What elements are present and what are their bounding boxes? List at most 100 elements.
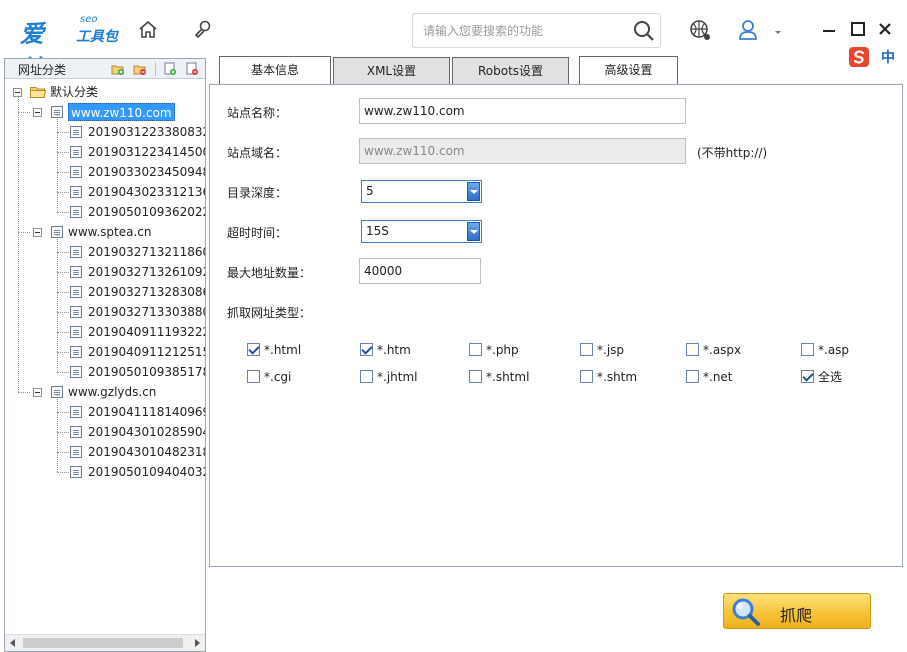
tree-record-label[interactable]: 20190330234509482: [88, 163, 205, 181]
folder-icon: [30, 86, 47, 98]
tree-connector: [18, 112, 30, 113]
site-tree-header: 网址分类: [5, 59, 205, 79]
search-icon[interactable]: [632, 20, 656, 42]
tree-record-label[interactable]: 20190430233121362: [88, 183, 205, 201]
url-type-checkbox[interactable]: 全选: [801, 369, 891, 385]
crawl-button[interactable]: 抓爬: [723, 593, 871, 629]
url-type-checkbox[interactable]: *.shtm: [580, 369, 670, 385]
remove-site-icon[interactable]: [185, 62, 199, 76]
checkbox-unchecked-icon[interactable]: [686, 343, 699, 356]
url-type-label: *.jhtml: [377, 370, 418, 384]
remove-category-icon[interactable]: [133, 62, 147, 76]
tree-record-label[interactable]: 20190501093620222: [88, 203, 205, 221]
tree-record-label[interactable]: 20190327132118608: [88, 243, 205, 261]
timeout-label: 超时时间：: [227, 226, 288, 240]
collapse-toggle-icon[interactable]: [33, 228, 42, 237]
record-icon: [70, 366, 82, 378]
minimize-icon[interactable]: [822, 22, 836, 36]
checkbox-unchecked-icon[interactable]: [360, 370, 373, 383]
user-icon[interactable]: [736, 18, 760, 42]
tree-record-label[interactable]: 20190501094040328: [88, 463, 205, 481]
url-type-checkbox[interactable]: *.php: [469, 342, 559, 358]
url-type-checkbox[interactable]: *.jsp: [580, 342, 670, 358]
record-icon: [70, 266, 82, 278]
tab-basic-info[interactable]: 基本信息: [219, 56, 331, 85]
max-urls-input[interactable]: 40000: [359, 258, 481, 284]
tree-connector: [57, 412, 69, 413]
url-type-checkbox[interactable]: *.asp: [801, 342, 891, 358]
tree-record-label[interactable]: 20190501093851782: [88, 363, 205, 381]
maximize-icon[interactable]: [851, 22, 865, 36]
checkbox-unchecked-icon[interactable]: [580, 370, 593, 383]
checkbox-unchecked-icon[interactable]: [580, 343, 593, 356]
url-type-checkbox[interactable]: *.cgi: [247, 369, 337, 385]
tree-connector: [57, 292, 69, 293]
sogou-logo-icon: [849, 47, 869, 67]
site-tree-panel: 网址分类 默认分类 www.zw110.com 20190312233808321…: [4, 58, 206, 652]
checkbox-unchecked-icon[interactable]: [469, 343, 482, 356]
tree-site-label[interactable]: www.gzlyds.cn: [68, 383, 156, 401]
tree-record-label[interactable]: 20190409112125156: [88, 343, 205, 361]
url-type-checkbox[interactable]: *.html: [247, 342, 337, 358]
url-type-checkbox[interactable]: *.htm: [360, 342, 450, 358]
collapse-toggle-icon[interactable]: [13, 88, 22, 97]
checkbox-checked-icon[interactable]: [360, 343, 373, 356]
checkbox-unchecked-icon[interactable]: [686, 370, 699, 383]
tree-connector: [57, 372, 69, 373]
url-type-label: *.php: [486, 343, 519, 357]
scroll-left-icon[interactable]: [10, 639, 15, 647]
tree-root-label[interactable]: 默认分类: [50, 83, 98, 101]
home-icon[interactable]: [136, 18, 160, 42]
tree-record-label[interactable]: 20190430102859043: [88, 423, 205, 441]
ime-mode-label: 中: [881, 50, 895, 66]
basketball-icon[interactable]: [688, 18, 712, 42]
ime-indicator[interactable]: 中: [848, 46, 906, 70]
url-type-checkbox[interactable]: *.jhtml: [360, 369, 450, 385]
timeout-select[interactable]: 15S: [361, 220, 482, 243]
tree-record-label[interactable]: 20190312233808321: [88, 123, 205, 141]
record-icon: [70, 446, 82, 458]
add-category-icon[interactable]: [111, 62, 125, 76]
tree-record-label[interactable]: 20190312234145005: [88, 143, 205, 161]
tree-record-label[interactable]: 20190327133038803: [88, 303, 205, 321]
domain-hint: (不带http://): [697, 146, 768, 160]
url-type-checkbox[interactable]: *.net: [686, 369, 776, 385]
tab-robots-settings[interactable]: Robots设置: [452, 57, 569, 85]
tree-record-label[interactable]: 20190327132610927: [88, 263, 205, 281]
logo-sub-text: 工具包: [76, 29, 118, 45]
depth-select[interactable]: 5: [361, 180, 482, 203]
tree-connector: [57, 272, 69, 273]
tab-xml-settings[interactable]: XML设置: [333, 57, 450, 85]
tree-connector: [57, 312, 69, 313]
checkbox-checked-icon[interactable]: [801, 370, 814, 383]
tree-site-label[interactable]: www.sptea.cn: [68, 223, 151, 241]
record-icon: [70, 206, 82, 218]
checkbox-unchecked-icon[interactable]: [247, 370, 260, 383]
url-type-checkbox[interactable]: *.shtml: [469, 369, 559, 385]
tree-horizontal-scrollbar[interactable]: [5, 634, 205, 651]
tree-site-label[interactable]: www.zw110.com: [68, 103, 175, 121]
scroll-right-icon[interactable]: [195, 639, 200, 647]
checkbox-unchecked-icon[interactable]: [801, 343, 814, 356]
search-input[interactable]: [423, 22, 623, 40]
chevron-down-icon[interactable]: [467, 222, 480, 241]
record-icon: [70, 426, 82, 438]
collapse-toggle-icon[interactable]: [33, 108, 42, 117]
url-type-checkbox[interactable]: *.aspx: [686, 342, 776, 358]
site-name-input[interactable]: www.zw110.com: [359, 98, 686, 124]
chevron-down-icon[interactable]: [467, 182, 480, 201]
tree-record-label[interactable]: 20190430104823182: [88, 443, 205, 461]
checkbox-checked-icon[interactable]: [247, 343, 260, 356]
tab-advanced-settings[interactable]: 高级设置: [579, 56, 678, 85]
checkbox-unchecked-icon[interactable]: [469, 370, 482, 383]
tree-record-label[interactable]: 20190327132830867: [88, 283, 205, 301]
tree-record-label[interactable]: 20190411181409697: [88, 403, 205, 421]
record-icon: [70, 406, 82, 418]
scroll-thumb[interactable]: [23, 638, 183, 648]
user-dropdown-icon[interactable]: [773, 26, 783, 34]
collapse-toggle-icon[interactable]: [33, 388, 42, 397]
close-icon[interactable]: [878, 22, 892, 36]
add-site-icon[interactable]: [163, 62, 177, 76]
tools-icon[interactable]: [191, 18, 215, 42]
tree-record-label[interactable]: 20190409111932225: [88, 323, 205, 341]
